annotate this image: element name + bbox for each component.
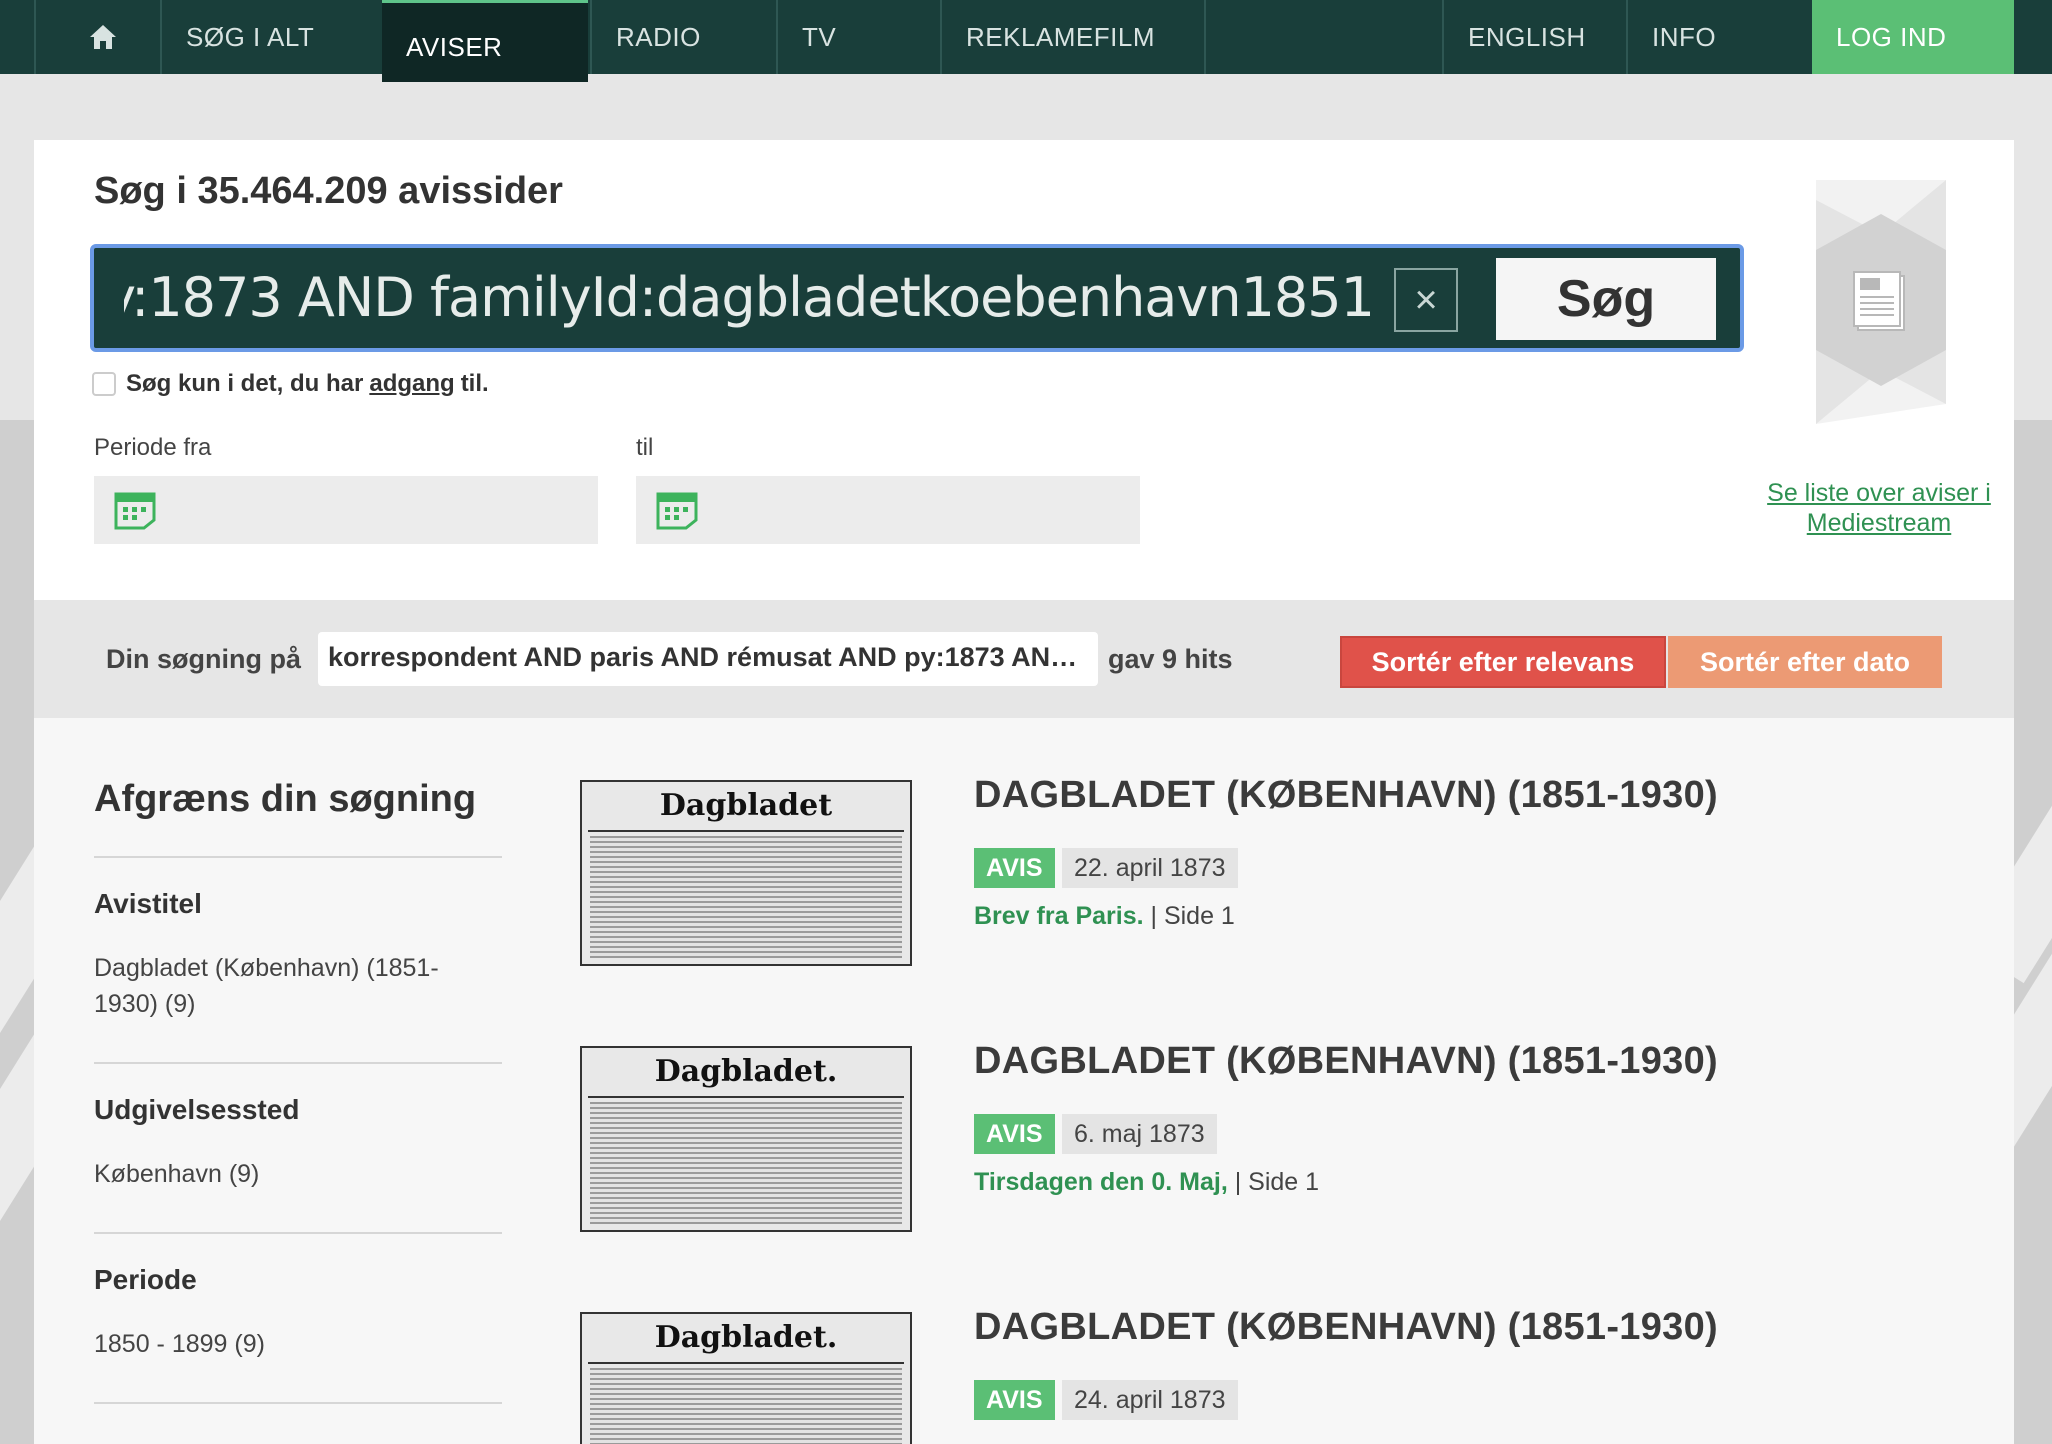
facet-heading-avistitel: Avistitel (94, 888, 202, 919)
facet-divider (94, 1062, 502, 1064)
query-summary[interactable]: korrespondent AND paris AND rémusat AND … (318, 632, 1098, 686)
home-icon (88, 23, 118, 51)
sort-date-button[interactable]: Sortér efter dato (1668, 636, 1942, 688)
facet-value-avistitel[interactable]: Dagbladet (København) (1851-1930) (9) (94, 950, 474, 1022)
nav-home[interactable] (34, 0, 160, 74)
result-item: Dagbladet. DAGBLADET (KØBENHAVN) (1851-1… (580, 1040, 1980, 1246)
nav-english[interactable]: ENGLISH (1442, 0, 1626, 74)
search-panel: Søg i 35.464.209 avissider AND py:1873 A… (34, 140, 2014, 600)
date-chip: 22. april 1873 (1062, 848, 1238, 888)
type-badge: AVIS (974, 1380, 1055, 1420)
result-thumbnail[interactable]: Dagbladet (580, 780, 912, 966)
type-badge: AVIS (974, 1114, 1055, 1154)
facets-title: Afgræns din søgning (94, 778, 477, 820)
facet-heading-periode: Periode (94, 1264, 197, 1295)
access-checkbox[interactable] (92, 372, 116, 396)
access-text-before: Søg kun i det, du har (126, 370, 364, 397)
facet-heading-udgivelsessted: Udgivelsessted (94, 1094, 300, 1125)
period-to-field[interactable] (636, 476, 1140, 544)
thumbnail-masthead: Dagbladet. (654, 1320, 838, 1355)
search-box: AND py:1873 AND familyId:dagbladetkoeben… (90, 244, 1744, 352)
results-summary-bar: Din søgning på korrespondent AND paris A… (34, 600, 2014, 718)
thumbnail-masthead: Dagbladet (659, 788, 833, 823)
result-thumbnail[interactable]: Dagbladet. (580, 1312, 912, 1444)
thumbnail-text-columns (590, 1368, 902, 1444)
facet-value-udgivelsessted[interactable]: København (9) (94, 1156, 474, 1192)
result-thumbnail[interactable]: Dagbladet. (580, 1046, 912, 1232)
calendar-icon[interactable] (656, 492, 698, 530)
facet-divider (94, 856, 502, 858)
search-input[interactable]: AND py:1873 AND familyId:dagbladetkoeben… (124, 262, 1374, 334)
thumbnail-masthead: Dagbladet. (654, 1054, 838, 1089)
results-content: Afgræns din søgning Avistitel Dagbladet … (34, 718, 2014, 1444)
nav-soeg-i-alt[interactable]: SØG I ALT (160, 0, 382, 74)
result-snippet: Brev fra Paris. | Side 1 (974, 902, 1235, 931)
result-snippet: Tirsdagen den 0. Maj, | Side 1 (974, 1168, 1319, 1197)
results-label: Din søgning på (106, 644, 301, 674)
nav-reklamefilm[interactable]: REKLAMEFILM (940, 0, 1204, 74)
nav-radio[interactable]: RADIO (590, 0, 776, 74)
calendar-icon[interactable] (114, 492, 156, 530)
facet-value-periode[interactable]: 1850 - 1899 (9) (94, 1326, 474, 1362)
access-filter: Søg kun i det, du har adgang til. (92, 370, 489, 398)
nav-spacer (1204, 0, 1442, 74)
nav-login[interactable]: LOG IND (1812, 0, 2014, 74)
top-navigation: SØG I ALT AVISER RADIO TV REKLAMEFILM EN… (0, 0, 2052, 82)
facet-divider (94, 1402, 502, 1404)
search-query-text: AND py:1873 AND familyId:dagbladetkoeben… (124, 266, 1374, 329)
result-item: Dagbladet DAGBLADET (KØBENHAVN) (1851-19… (580, 774, 1980, 980)
result-hit-link[interactable]: Brev fra Paris. (974, 902, 1144, 930)
search-title: Søg i 35.464.209 avissider (94, 170, 563, 212)
result-title[interactable]: DAGBLADET (KØBENHAVN) (1851-1930) (974, 774, 1718, 817)
access-text-after: til. (460, 370, 489, 397)
date-chip: 24. april 1873 (1062, 1380, 1238, 1420)
period-from-label: Periode fra (94, 434, 212, 461)
search-button[interactable]: Søg (1496, 258, 1716, 340)
type-badge: AVIS (974, 848, 1055, 888)
date-chip: 6. maj 1873 (1062, 1114, 1217, 1154)
thumbnail-text-columns (590, 1102, 902, 1224)
nav-info[interactable]: INFO (1626, 0, 1812, 74)
nav-tv[interactable]: TV (776, 0, 940, 74)
access-link[interactable]: adgang (369, 370, 454, 398)
result-title[interactable]: DAGBLADET (KØBENHAVN) (1851-1930) (974, 1040, 1718, 1083)
newspaper-decor-icon (1816, 180, 1946, 424)
result-page: | Side 1 (1234, 1168, 1320, 1196)
thumbnail-text-columns (590, 836, 902, 958)
result-hit-link[interactable]: Tirsdagen den 0. Maj, (974, 1168, 1228, 1196)
result-page: | Side 1 (1150, 902, 1235, 930)
nav-aviser[interactable]: AVISER (382, 0, 588, 82)
result-title[interactable]: DAGBLADET (KØBENHAVN) (1851-1930) (974, 1306, 1718, 1349)
hits-count: gav 9 hits (1108, 644, 1233, 674)
result-item: Dagbladet. DAGBLADET (KØBENHAVN) (1851-1… (580, 1306, 1980, 1444)
facet-divider (94, 1232, 502, 1234)
period-from-field[interactable] (94, 476, 598, 544)
thumbnail-rule (588, 1362, 904, 1364)
thumbnail-rule (588, 1096, 904, 1098)
clear-search-button[interactable]: × (1394, 268, 1458, 332)
newspaper-list-link[interactable]: Se liste over aviser i Mediestream (1754, 478, 2004, 538)
sort-relevance-button[interactable]: Sortér efter relevans (1340, 636, 1666, 688)
thumbnail-rule (588, 830, 904, 832)
period-to-label: til (636, 434, 654, 461)
